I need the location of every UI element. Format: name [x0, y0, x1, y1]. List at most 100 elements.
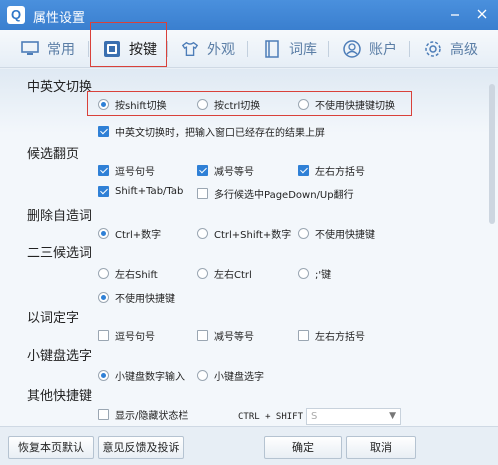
radio-ctrl-shift-number[interactable]: Ctrl+Shift+数字: [197, 226, 291, 241]
tab-label: 词库: [289, 42, 317, 58]
checkbox[interactable]: [98, 409, 109, 420]
option-label: 逗号句号: [115, 167, 155, 178]
close-button[interactable]: [471, 4, 493, 26]
checkbox-brackets[interactable]: 左右方括号: [298, 163, 365, 178]
option-label: 左右方括号: [315, 167, 365, 178]
checkbox-toggle-statusbar[interactable]: 显示/隐藏状态栏: [98, 407, 188, 422]
hotkey-value: S: [311, 411, 318, 422]
radio-left-right-ctrl[interactable]: 左右Ctrl: [197, 266, 252, 281]
gear-icon: [424, 40, 442, 58]
radio-button[interactable]: [197, 228, 208, 239]
checkbox-wordfix-brackets[interactable]: 左右方括号: [298, 328, 365, 343]
checkbox[interactable]: [197, 188, 208, 199]
hotkey-label: CTRL + SHIFT +: [238, 412, 314, 422]
settings-tabbar: 常用 按键 外观 词库 账户 高级: [0, 30, 498, 68]
tab-advanced[interactable]: 高级: [424, 30, 478, 68]
radio-second-no-hotkey[interactable]: 不使用快捷键: [98, 290, 175, 305]
radio-ctrl-number[interactable]: Ctrl+数字: [98, 226, 161, 241]
title-bar: Q 属性设置: [0, 0, 498, 30]
tab-label: 账户: [369, 42, 397, 58]
window-title: 属性设置: [33, 11, 86, 26]
monitor-icon: [21, 40, 39, 58]
checkbox-comma-period[interactable]: 逗号句号: [98, 163, 155, 178]
checkbox[interactable]: [98, 165, 109, 176]
radio-button[interactable]: [197, 268, 208, 279]
radio-button[interactable]: [98, 268, 109, 279]
checkbox[interactable]: [197, 165, 208, 176]
cancel-button[interactable]: 取消: [346, 436, 416, 459]
checkbox-wordfix-minus[interactable]: 减号等号: [197, 328, 254, 343]
checkbox-pagedown-up[interactable]: 多行候选中PageDown/Up翻行: [197, 186, 354, 201]
radio-button[interactable]: [98, 99, 109, 110]
tab-dictionary[interactable]: 词库: [263, 30, 317, 68]
checkbox-minus-equal[interactable]: 减号等号: [197, 163, 254, 178]
scrollbar-thumb[interactable]: [489, 84, 495, 224]
radio-keypad-input[interactable]: 小键盘数字输入: [98, 368, 185, 383]
minimize-icon: [451, 14, 459, 16]
tab-appearance[interactable]: 外观: [181, 30, 235, 68]
option-label: 不使用快捷键: [315, 230, 375, 241]
app-logo: Q: [7, 6, 25, 24]
section-title-second: 二三候选词: [27, 246, 93, 261]
checkbox[interactable]: [98, 126, 109, 137]
checkbox-commit-on-switch[interactable]: 中英文切换时，把输入窗口已经存在的结果上屏: [98, 124, 325, 139]
checkbox[interactable]: [298, 330, 309, 341]
radio-no-hotkey-switch[interactable]: 不使用快捷键切换: [298, 97, 395, 112]
radio-button[interactable]: [98, 370, 109, 381]
checkbox[interactable]: [298, 165, 309, 176]
option-label: 按ctrl切换: [214, 101, 261, 112]
close-icon: [477, 9, 487, 19]
section-title-keypad: 小键盘选字: [27, 349, 93, 364]
option-label: 减号等号: [214, 332, 254, 343]
radio-button[interactable]: [298, 99, 309, 110]
tab-label: 外观: [207, 42, 235, 58]
user-icon: [343, 40, 361, 58]
option-label: 多行候选中PageDown/Up翻行: [214, 190, 354, 201]
tab-divider: [167, 41, 168, 57]
checkbox[interactable]: [197, 330, 208, 341]
reset-defaults-button[interactable]: 恢复本页默认: [8, 436, 94, 459]
option-label: 逗号句号: [115, 332, 155, 343]
minimize-button[interactable]: [444, 4, 466, 26]
checkbox[interactable]: [98, 186, 109, 197]
section-title-delete: 删除自造词: [27, 209, 93, 224]
radio-shift-switch[interactable]: 按shift切换: [98, 97, 167, 112]
hotkey-select[interactable]: S ▼: [306, 408, 401, 425]
radio-button[interactable]: [98, 228, 109, 239]
radio-button[interactable]: [298, 268, 309, 279]
tab-account[interactable]: 账户: [343, 30, 397, 68]
tab-general[interactable]: 常用: [21, 30, 75, 68]
radio-button[interactable]: [98, 292, 109, 303]
book-icon: [263, 40, 281, 58]
radio-button[interactable]: [197, 370, 208, 381]
option-label: 左右Shift: [115, 270, 158, 281]
radio-button[interactable]: [197, 99, 208, 110]
checkbox[interactable]: [98, 330, 109, 341]
option-label: 左右Ctrl: [214, 270, 252, 281]
option-label: 左右方括号: [315, 332, 365, 343]
radio-left-right-shift[interactable]: 左右Shift: [98, 266, 158, 281]
tab-divider: [409, 41, 410, 57]
option-label: 不使用快捷键: [115, 294, 175, 305]
radio-delete-no-hotkey[interactable]: 不使用快捷键: [298, 226, 375, 241]
option-label: 减号等号: [214, 167, 254, 178]
option-label: 小键盘选字: [214, 372, 264, 383]
tab-divider: [88, 41, 89, 57]
option-label: 显示/隐藏状态栏: [115, 411, 189, 422]
option-label: 小键盘数字输入: [115, 372, 185, 383]
radio-keypad-select[interactable]: 小键盘选字: [197, 368, 264, 383]
radio-button[interactable]: [298, 228, 309, 239]
section-title-other: 其他快捷键: [27, 389, 93, 404]
checkbox-wordfix-comma[interactable]: 逗号句号: [98, 328, 155, 343]
section-title-wordfix: 以词定字: [27, 311, 80, 326]
tab-divider: [328, 41, 329, 57]
checkbox-shift-tab[interactable]: Shift+Tab/Tab: [98, 186, 183, 197]
option-label: ;'键: [315, 270, 332, 281]
tab-label: 常用: [47, 42, 75, 58]
option-label: Ctrl+数字: [115, 230, 162, 241]
radio-ctrl-switch[interactable]: 按ctrl切换: [197, 97, 260, 112]
feedback-button[interactable]: 意见反馈及投诉: [98, 436, 184, 459]
shirt-icon: [181, 40, 199, 58]
ok-button[interactable]: 确定: [264, 436, 342, 459]
radio-semicolon-quote[interactable]: ;'键: [298, 266, 331, 281]
